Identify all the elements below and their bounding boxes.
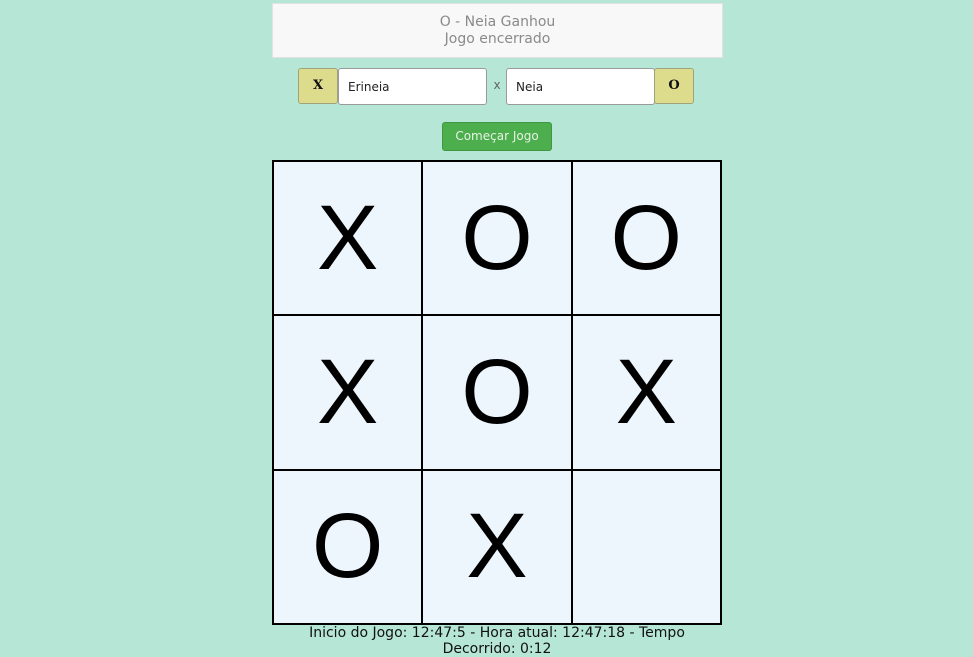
- board-cell-4[interactable]: X: [274, 316, 422, 469]
- board-cell-3[interactable]: O: [572, 162, 720, 315]
- board-cell-6[interactable]: X: [572, 316, 720, 469]
- game-state-text: Jogo encerrado: [444, 31, 551, 47]
- players-row: X x O: [298, 68, 698, 105]
- board-cell-5[interactable]: O: [423, 316, 571, 469]
- player2-symbol-button[interactable]: O: [654, 68, 694, 104]
- board-cell-9[interactable]: [572, 470, 720, 623]
- game-status-panel: O - Neia Ganhou Jogo encerrado: [272, 3, 723, 58]
- start-game-button[interactable]: Começar Jogo: [442, 122, 552, 151]
- board-cell-1[interactable]: X: [274, 162, 422, 315]
- board-cell-2[interactable]: O: [423, 162, 571, 315]
- versus-label: x: [493, 78, 501, 92]
- game-result-text: O - Neia Ganhou: [439, 14, 556, 30]
- player1-name-input[interactable]: [338, 68, 487, 105]
- player1-symbol-button[interactable]: X: [298, 68, 338, 104]
- board-cell-7[interactable]: O: [274, 470, 422, 623]
- player2-name-input[interactable]: [506, 68, 655, 105]
- game-timer-text: Inicio do Jogo: 12:47:5 - Hora atual: 12…: [309, 625, 685, 657]
- board-cell-8[interactable]: X: [423, 470, 571, 623]
- game-board: X O O X O X O X: [272, 160, 722, 625]
